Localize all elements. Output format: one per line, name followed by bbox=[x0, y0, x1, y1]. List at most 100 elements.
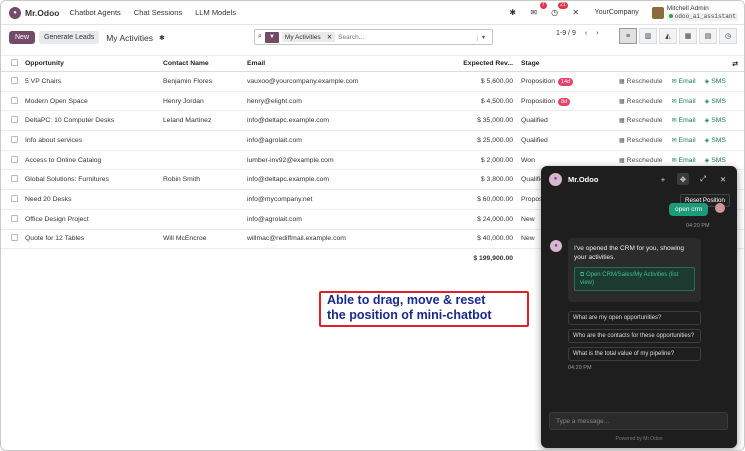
cell-opportunity[interactable]: Access to Online Catalog bbox=[23, 150, 161, 171]
cell-opportunity[interactable]: DeltaPC: 10 Computer Desks bbox=[23, 110, 161, 132]
deadline-badge: 14d bbox=[558, 77, 574, 86]
email-button[interactable]: ✉Email bbox=[672, 137, 696, 144]
chat-logo-icon: ● bbox=[549, 172, 562, 186]
top-menu: Chatbot Agents Chat Sessions LLM Models bbox=[69, 8, 236, 17]
email-button[interactable]: ✉Email bbox=[672, 157, 696, 164]
new-chat-icon[interactable]: + bbox=[657, 173, 669, 185]
chevron-right-icon[interactable]: › bbox=[596, 30, 598, 37]
menu-chat-sessions[interactable]: Chat Sessions bbox=[134, 8, 182, 17]
search-input[interactable] bbox=[338, 33, 474, 41]
search-bar: ⌕ ▼ My Activities ✕ ▾ bbox=[254, 29, 493, 45]
row-checkbox[interactable] bbox=[11, 155, 18, 163]
reschedule-button[interactable]: ▦Reschedule bbox=[619, 98, 663, 105]
email-button[interactable]: ✉Email bbox=[672, 98, 696, 105]
cell-contact bbox=[161, 189, 245, 210]
row-checkbox[interactable] bbox=[11, 135, 18, 143]
chat-input[interactable]: Type a message... bbox=[549, 412, 728, 430]
close-icon[interactable]: ✕ bbox=[717, 173, 729, 185]
row-checkbox[interactable] bbox=[11, 175, 18, 183]
suggestion-open-opportunities[interactable]: What are my open opportunities? bbox=[568, 311, 701, 325]
sms-button[interactable]: ◈SMS bbox=[705, 117, 726, 124]
sms-icon: ◈ bbox=[704, 98, 710, 105]
cell-email: info@agrolait.com bbox=[245, 209, 411, 230]
messages-icon[interactable]: ✉ 7 bbox=[528, 1, 547, 19]
total-revenue: $ 199,900.00 bbox=[473, 255, 513, 263]
reset-position-icon[interactable]: ✥ bbox=[677, 173, 689, 185]
open-crm-link[interactable]: ⧉ Open CRM/Sales/My Activities (list vie… bbox=[574, 267, 695, 291]
row-checkbox[interactable] bbox=[11, 214, 18, 222]
suggestion-pipeline-value[interactable]: What is the total value of my pipeline? bbox=[568, 347, 701, 361]
stage-label: Qualified bbox=[521, 136, 548, 144]
row-checkbox[interactable] bbox=[11, 116, 18, 124]
row-checkbox[interactable] bbox=[11, 76, 18, 84]
cell-opportunity[interactable]: Info about services bbox=[23, 130, 161, 151]
activity-icon[interactable]: ◷ 21 bbox=[549, 1, 568, 19]
pivot-view-icon[interactable]: ▤ bbox=[699, 28, 717, 44]
pager: 1-9 / 9 ‹ › bbox=[556, 30, 599, 37]
sms-button[interactable]: ◈SMS bbox=[705, 78, 726, 85]
reschedule-label: Reschedule bbox=[626, 156, 663, 164]
row-checkbox[interactable] bbox=[11, 96, 18, 104]
generate-leads-button[interactable]: Generate Leads bbox=[39, 31, 100, 44]
header-opportunity[interactable]: Opportunity bbox=[23, 55, 161, 72]
reschedule-button[interactable]: ▦Reschedule bbox=[619, 157, 663, 164]
search-options-toggle[interactable]: ▾ bbox=[477, 33, 489, 41]
gear-icon[interactable]: ✱ bbox=[159, 34, 165, 42]
optional-columns-icon[interactable]: ⇄ bbox=[617, 55, 744, 72]
reschedule-button[interactable]: ▦Reschedule bbox=[619, 117, 663, 124]
activity-view-icon[interactable]: ◷ bbox=[719, 28, 737, 44]
header-stage[interactable]: Stage bbox=[519, 55, 617, 72]
chat-header[interactable]: ● Mr.Odoo + ✥ ⤢ ✕ bbox=[541, 166, 737, 192]
filter-facet-label: My Activities bbox=[284, 33, 321, 41]
cell-opportunity[interactable]: 5 VP Chairs bbox=[23, 71, 161, 92]
select-all-checkbox[interactable] bbox=[11, 59, 18, 66]
row-checkbox[interactable] bbox=[11, 194, 18, 202]
table-row[interactable]: Modern Open Space Henry Jordan henry@eligh… bbox=[1, 91, 744, 112]
brand[interactable]: ● Mr.Odoo bbox=[9, 6, 60, 19]
email-button[interactable]: ✉Email bbox=[672, 117, 696, 124]
menu-llm-models[interactable]: LLM Models bbox=[195, 8, 236, 17]
cell-opportunity[interactable]: Office Design Project bbox=[23, 209, 161, 230]
email-button[interactable]: ✉Email bbox=[672, 78, 696, 85]
suggestion-contacts[interactable]: Who are the contacts for these opportuni… bbox=[568, 329, 701, 343]
table-row[interactable]: Info about services info@agrolait.com $ 25… bbox=[1, 130, 744, 151]
cell-opportunity[interactable]: Modern Open Space bbox=[23, 91, 161, 112]
header-revenue[interactable]: Expected Rev... bbox=[411, 55, 519, 72]
chevron-left-icon[interactable]: ‹ bbox=[585, 30, 587, 37]
header-email[interactable]: Email bbox=[245, 55, 411, 72]
kanban-view-icon[interactable]: ▥ bbox=[639, 28, 657, 44]
cell-revenue: $ 2,000.00 bbox=[411, 150, 519, 171]
cell-opportunity[interactable]: Quote for 12 Tables bbox=[23, 229, 161, 250]
cell-opportunity[interactable]: Need 20 Desks bbox=[23, 189, 161, 210]
sms-button[interactable]: ◈SMS bbox=[705, 157, 726, 164]
messages-badge: 7 bbox=[539, 1, 547, 9]
sms-icon: ◈ bbox=[704, 157, 710, 164]
cell-opportunity[interactable]: Global Solutions: Furnitures bbox=[23, 169, 161, 191]
expand-icon[interactable]: ⤢ bbox=[697, 173, 709, 185]
table-row[interactable]: DeltaPC: 10 Computer Desks Leland Martine… bbox=[1, 110, 744, 132]
reschedule-button[interactable]: ▦Reschedule bbox=[619, 78, 663, 85]
tools-icon[interactable]: ✕ bbox=[570, 7, 582, 19]
graph-view-icon[interactable]: ◭ bbox=[659, 28, 677, 44]
remove-facet-icon[interactable]: ✕ bbox=[327, 33, 332, 41]
mini-chatbot-window[interactable]: ● Mr.Odoo + ✥ ⤢ ✕ Reset Position open cr… bbox=[541, 166, 737, 448]
sms-icon: ◈ bbox=[704, 118, 710, 125]
row-checkbox[interactable] bbox=[11, 234, 18, 242]
bug-icon[interactable]: ✱ bbox=[507, 7, 519, 19]
table-row[interactable]: 5 VP Chairs Benjamin Flores vauxoo@yourcom… bbox=[1, 71, 744, 92]
calendar-view-icon[interactable]: ▦ bbox=[679, 28, 697, 44]
brand-name: Mr.Odoo bbox=[25, 7, 60, 18]
sms-button[interactable]: ◈SMS bbox=[705, 137, 726, 144]
sms-button[interactable]: ◈SMS bbox=[705, 98, 726, 105]
user-menu[interactable]: Mitchell Admin odoo_ai_assistant bbox=[651, 5, 738, 21]
list-view-icon[interactable]: ≡ bbox=[619, 28, 637, 44]
menu-chatbot-agents[interactable]: Chatbot Agents bbox=[69, 8, 120, 17]
cell-contact: Benjamin Flores bbox=[161, 71, 245, 92]
new-button[interactable]: New bbox=[9, 31, 36, 44]
header-contact[interactable]: Contact Name bbox=[161, 55, 245, 72]
email-label: Email bbox=[678, 97, 696, 105]
reschedule-button[interactable]: ▦Reschedule bbox=[619, 137, 663, 144]
cell-stage: Qualified bbox=[519, 130, 617, 151]
company-switcher[interactable]: YourCompany bbox=[595, 9, 639, 16]
pager-value[interactable]: 1-9 / 9 bbox=[556, 30, 576, 37]
